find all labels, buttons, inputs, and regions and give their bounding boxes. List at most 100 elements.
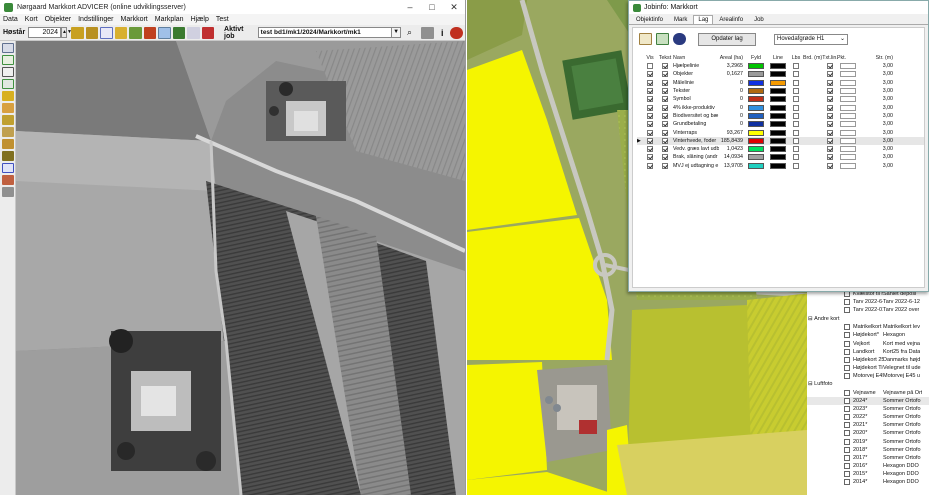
lbs-checkbox[interactable] — [793, 63, 799, 70]
text-checkbox[interactable] — [662, 112, 668, 119]
layer-row[interactable]: Matrikelkort Matrikelkort lev — [807, 323, 929, 331]
layer-group-luftfoto[interactable]: ⊟ Luftfoto — [807, 380, 929, 389]
layer-row[interactable]: 2017* Sommer Ortofo — [807, 454, 929, 462]
layer-row[interactable]: 2022* Sommer Ortofo — [807, 413, 929, 421]
textline-checkbox[interactable] — [827, 63, 833, 70]
layer-grid-row[interactable]: Vedv. græs lavt udb 1,0423 3,00 — [637, 145, 924, 153]
layer-checkbox[interactable] — [844, 340, 850, 347]
layer-grid-row[interactable]: Tekster 0 3,00 — [637, 87, 924, 95]
fill-color-swatch[interactable] — [748, 88, 764, 95]
layer-checkbox[interactable] — [844, 356, 850, 363]
textline-checkbox[interactable] — [827, 96, 833, 103]
menu-markkort[interactable]: Markkort — [121, 16, 148, 23]
col-line[interactable]: Line — [767, 55, 789, 61]
line-color-swatch[interactable] — [770, 137, 786, 144]
text-checkbox[interactable] — [662, 154, 668, 161]
textline-checkbox[interactable] — [827, 121, 833, 128]
lbs-checkbox[interactable] — [793, 154, 799, 161]
layer-checkbox[interactable] — [844, 398, 850, 405]
lbs-checkbox[interactable] — [793, 112, 799, 119]
layer-row[interactable]: Tarv 2022-6- Tarv 2022-6-12 — [807, 298, 929, 306]
tab-objektinfo[interactable]: Objektinfo — [631, 15, 668, 24]
exit-icon[interactable] — [450, 26, 463, 39]
active-job-select[interactable]: test bd1/mk1/2024/Markkort/mk1 — [257, 27, 393, 38]
layer-row[interactable]: Højdekort TierVelegnet til ude — [807, 364, 929, 372]
textline-checkbox[interactable] — [827, 129, 833, 136]
layer-grid-row[interactable]: MVJ ej udtagning e 13,9705 3,00 — [637, 162, 924, 170]
layer-row[interactable]: 2014* Hexagon DDO — [807, 478, 929, 486]
point-field[interactable] — [840, 96, 856, 103]
fill-color-swatch[interactable] — [748, 63, 764, 70]
tab-lag[interactable]: Lag — [693, 15, 714, 24]
textline-checkbox[interactable] — [827, 79, 833, 86]
layer-row[interactable]: 2018* Sommer Ortofo — [807, 446, 929, 454]
layer-checkbox[interactable] — [844, 332, 850, 339]
search-icon[interactable]: ⌕ — [407, 27, 419, 39]
layer-checkbox[interactable] — [844, 406, 850, 413]
menu-hjaelp[interactable]: Hjælp — [191, 16, 209, 23]
zoom-out-icon[interactable] — [187, 26, 200, 39]
text-checkbox[interactable] — [662, 129, 668, 136]
menu-data[interactable]: Data — [3, 16, 18, 23]
fill-color-swatch[interactable] — [748, 137, 764, 144]
col-tekst[interactable]: Tekst — [657, 55, 673, 61]
fill-color-swatch[interactable] — [748, 104, 764, 111]
text-checkbox[interactable] — [662, 63, 668, 70]
layer-row[interactable]: Vejkort Kort med vejna — [807, 339, 929, 347]
line-color-swatch[interactable] — [770, 96, 786, 103]
fill-color-swatch[interactable] — [748, 129, 764, 136]
text-checkbox[interactable] — [662, 162, 668, 169]
harvest-year-input[interactable]: 2024 — [28, 27, 62, 38]
point-field[interactable] — [840, 104, 856, 111]
fill-color-swatch[interactable] — [748, 162, 764, 169]
visible-checkbox[interactable] — [647, 96, 653, 103]
layer-row[interactable]: Tarv 2022-01 Tarv 2022 over — [807, 306, 929, 314]
line-color-swatch[interactable] — [770, 104, 786, 111]
layer-row[interactable]: Motorvej E45 MMotorvej E45 u — [807, 372, 929, 380]
menu-test[interactable]: Test — [216, 16, 229, 23]
layer-row[interactable]: 2023* Sommer Ortofo — [807, 405, 929, 413]
col-pkt[interactable]: Pkt. — [837, 55, 859, 61]
line-color-swatch[interactable] — [770, 129, 786, 136]
tab-mark[interactable]: Mark — [669, 15, 692, 24]
visible-checkbox[interactable] — [647, 162, 653, 169]
layer-grid-row[interactable]: Hjælpelinie 3,2965 3,00 — [637, 62, 924, 70]
layer-checkbox[interactable] — [844, 479, 850, 486]
layer-row[interactable]: Landkort Kort25 fra Data — [807, 348, 929, 356]
harvest-icon[interactable] — [129, 26, 142, 39]
visible-checkbox[interactable] — [647, 79, 653, 86]
layer-row[interactable]: 2021* Sommer Ortofo — [807, 421, 929, 429]
layer-checkbox[interactable] — [844, 430, 850, 437]
layer-checkbox[interactable] — [844, 414, 850, 421]
layer-row[interactable]: 2020* Sommer Ortofo — [807, 429, 929, 437]
menu-kort[interactable]: Kort — [25, 16, 38, 23]
tag-icon[interactable] — [656, 33, 669, 45]
visible-checkbox[interactable] — [647, 154, 653, 161]
line-color-swatch[interactable] — [770, 154, 786, 161]
visible-checkbox[interactable] — [647, 63, 653, 70]
point-field[interactable] — [840, 112, 856, 119]
menu-markplan[interactable]: Markplan — [155, 16, 184, 23]
textline-checkbox[interactable] — [827, 88, 833, 95]
line-color-swatch[interactable] — [770, 71, 786, 78]
layer-row-selected[interactable]: 2024* Sommer Ortofo — [807, 397, 929, 406]
layer-grid-row[interactable]: Brak, slåning (andr 14,0934 3,00 — [637, 153, 924, 161]
text-checkbox[interactable] — [662, 71, 668, 78]
text-checkbox[interactable] — [662, 104, 668, 111]
layer-checkbox[interactable] — [844, 438, 850, 445]
fill-color-swatch[interactable] — [748, 154, 764, 161]
layer-checkbox[interactable] — [844, 462, 850, 469]
col-vis[interactable]: Vis — [643, 55, 657, 61]
textline-checkbox[interactable] — [827, 154, 833, 161]
layer-checkbox[interactable] — [844, 372, 850, 379]
layer-checkbox[interactable] — [844, 307, 850, 314]
select-area-icon[interactable] — [1, 79, 14, 89]
layer-grid-row[interactable]: Grundbetaling 0 3,00 — [637, 120, 924, 128]
layer-row[interactable]: Vejnavne Vejnavne på Ort — [807, 389, 929, 397]
layer-row[interactable]: 2015* Hexagon DDO — [807, 470, 929, 478]
col-brd[interactable]: Brd. (m) — [803, 55, 823, 61]
tractor-icon[interactable] — [71, 26, 84, 39]
text-checkbox[interactable] — [662, 79, 668, 86]
tab-arealinfo[interactable]: Arealinfo — [714, 15, 748, 24]
text-abc-icon[interactable] — [1, 163, 14, 173]
